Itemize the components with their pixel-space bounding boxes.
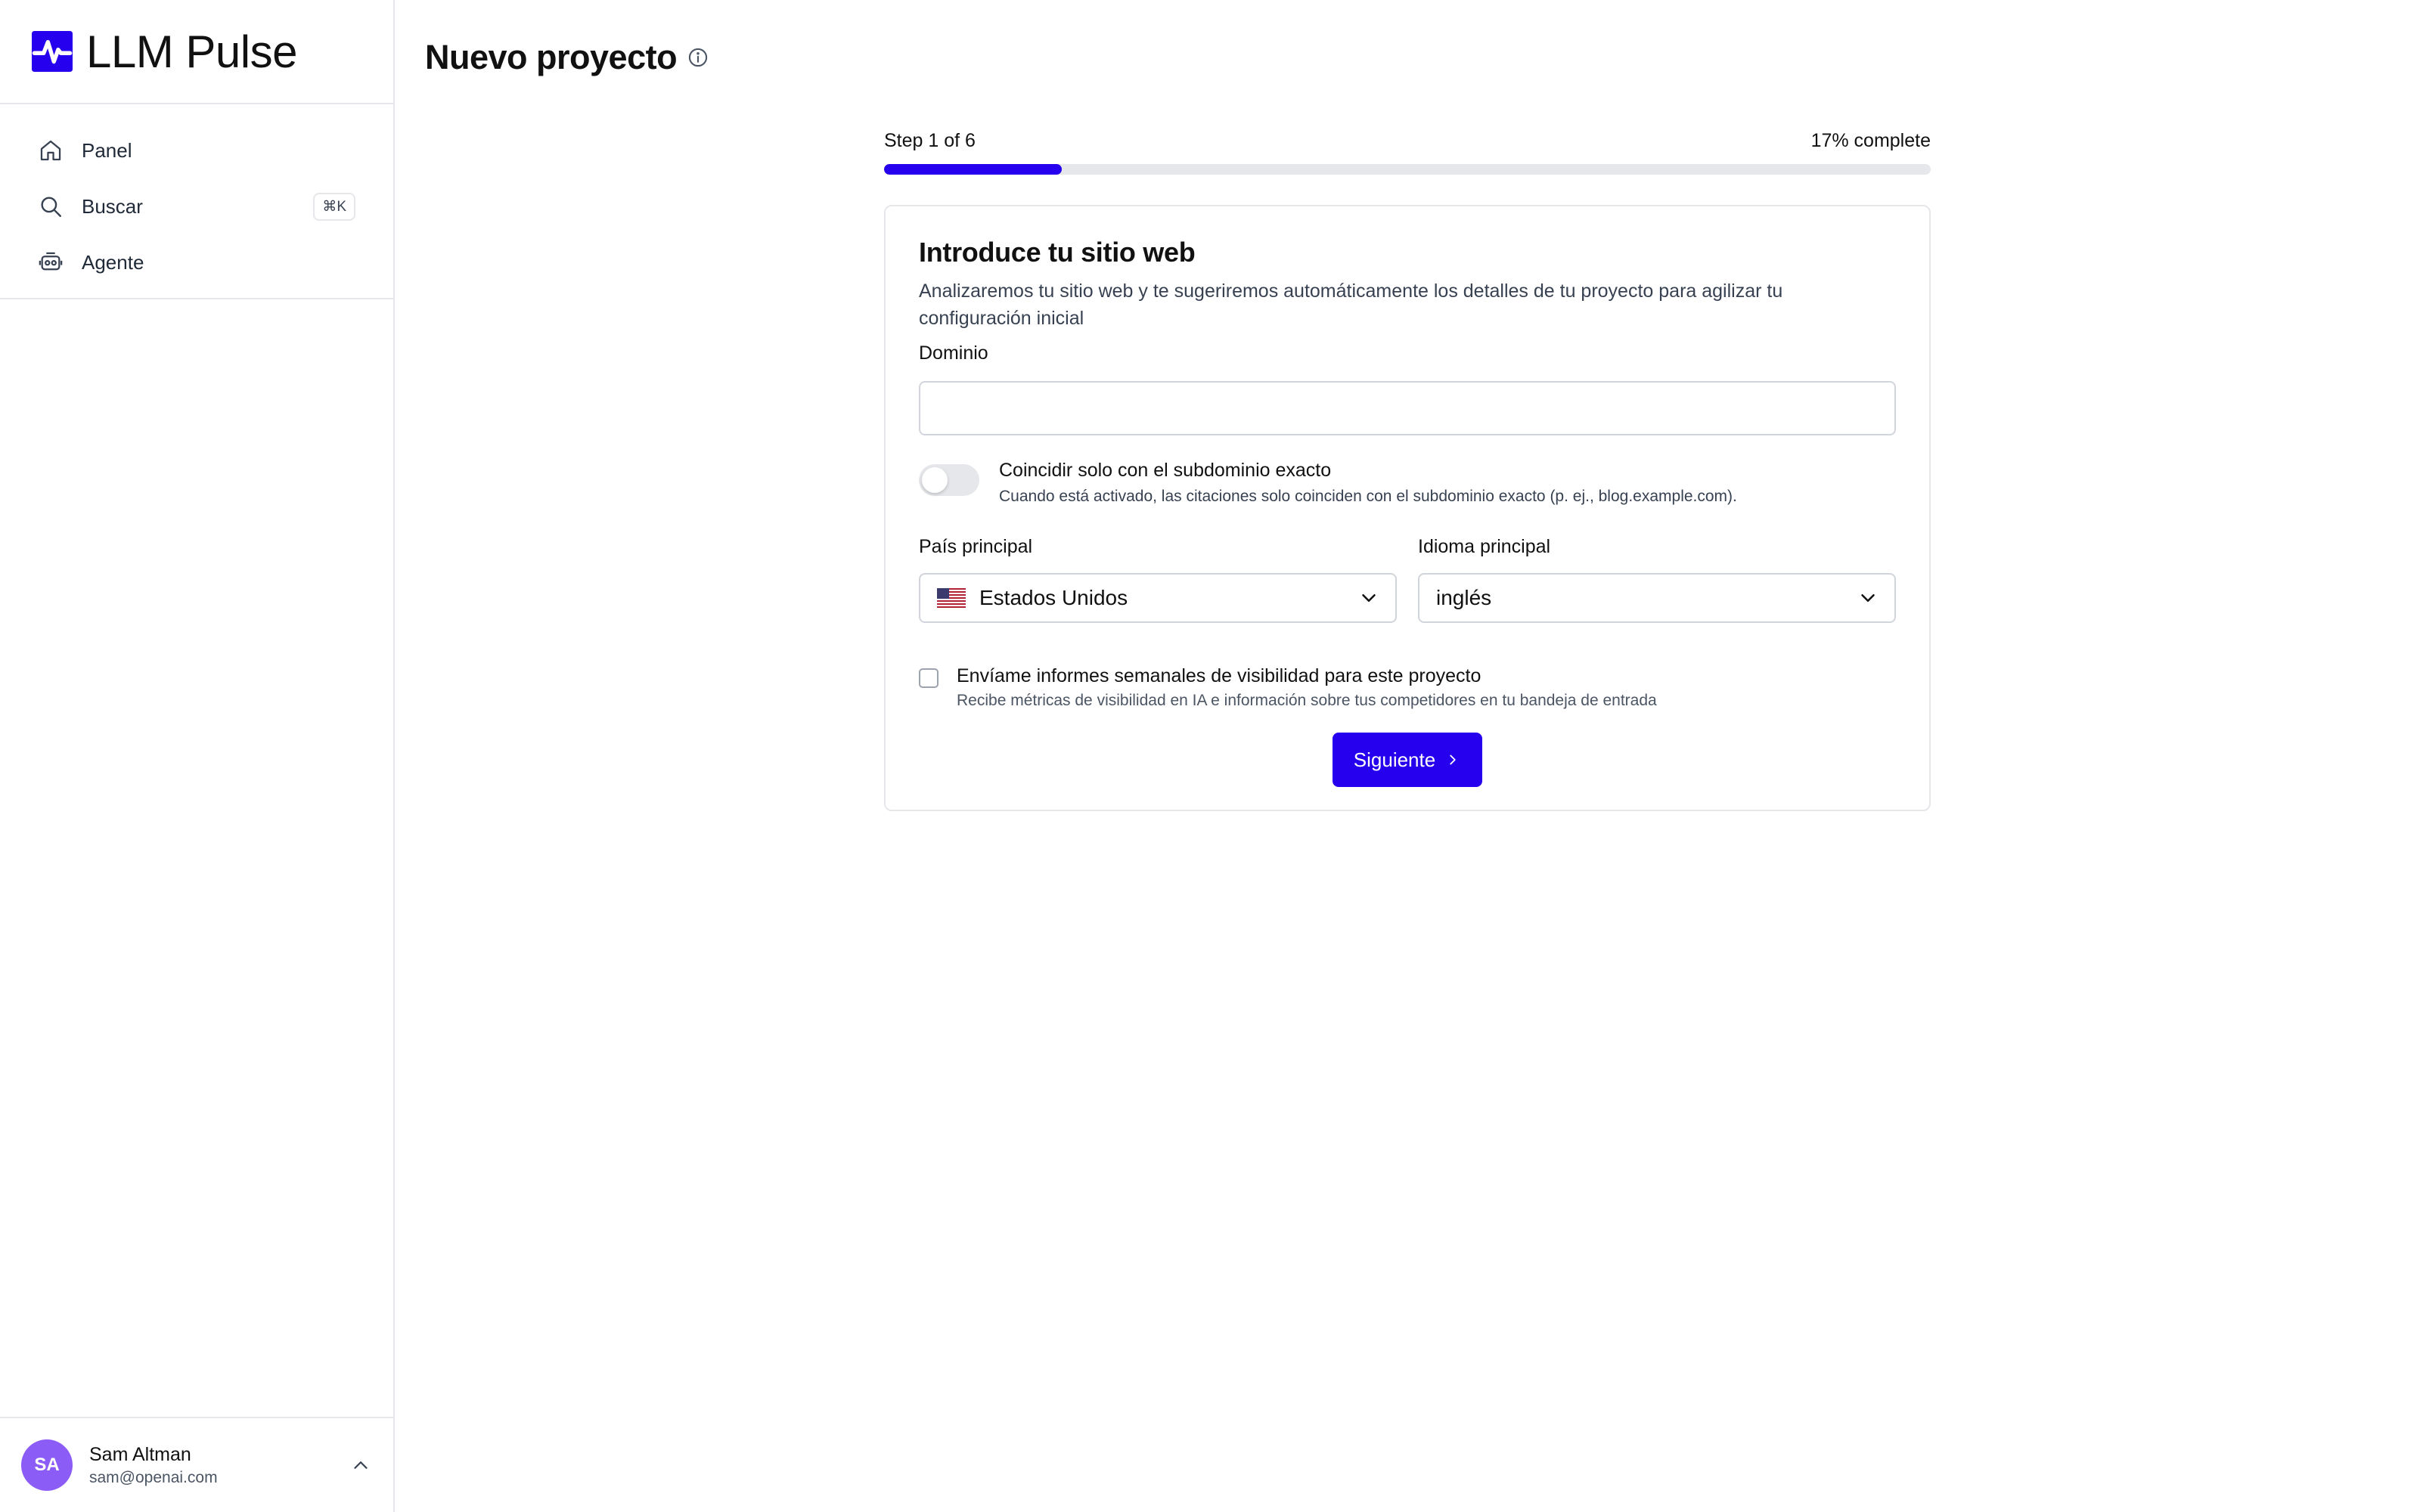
subdomain-toggle-text: Coincidir solo con el subdominio exacto … [999, 460, 1737, 506]
progress-bar [884, 164, 1931, 175]
progress-header: Step 1 of 6 17% complete [884, 130, 1931, 152]
card-description: Analizaremos tu sitio web y te sugerirem… [919, 280, 1783, 329]
domain-input[interactable] [919, 381, 1896, 435]
weekly-reports-row: Envíame informes semanales de visibilida… [919, 665, 1896, 710]
weekly-reports-description: Recibe métricas de visibilidad en IA e i… [957, 692, 1657, 709]
step-indicator: Step 1 of 6 [884, 130, 976, 151]
weekly-reports-checkbox[interactable] [919, 668, 939, 688]
user-email: sam@openai.com [89, 1468, 218, 1486]
shortcut-badge: ⌘K [313, 192, 355, 221]
sidebar-item-label: Panel [82, 138, 132, 162]
page-header: Nuevo proyecto [425, 38, 709, 77]
country-value: Estados Unidos [979, 586, 1128, 609]
locale-row: País principal Estados Unidos Idioma pri… [919, 536, 1896, 623]
sidebar-item-buscar[interactable]: Buscar ⌘K [20, 178, 374, 234]
language-field: Idioma principal inglés [1418, 536, 1896, 623]
next-button-label: Siguiente [1353, 748, 1436, 771]
country-select[interactable]: Estados Unidos [919, 573, 1397, 623]
sidebar-item-panel[interactable]: Panel [20, 122, 374, 178]
card-title: Introduce tu sitio web [919, 237, 1196, 268]
weekly-reports-text: Envíame informes semanales de visibilida… [957, 665, 1657, 710]
domain-label: Dominio [919, 342, 988, 364]
app-name: LLM Pulse [86, 26, 297, 77]
chevron-up-icon[interactable] [349, 1454, 372, 1476]
chevron-down-icon [1861, 594, 1875, 602]
sidebar-item-agente[interactable]: Agente [20, 234, 374, 290]
user-menu[interactable]: SA Sam Altman sam@openai.com [0, 1417, 393, 1512]
subdomain-toggle-row: Coincidir solo con el subdominio exacto … [919, 460, 1896, 506]
logo[interactable]: LLM Pulse [0, 0, 393, 104]
country-field: País principal Estados Unidos [919, 536, 1397, 623]
project-wizard: Step 1 of 6 17% complete Introduce tu si… [884, 130, 1931, 811]
subdomain-toggle-description: Cuando está activado, las citaciones sol… [999, 488, 1737, 505]
user-info: Sam Altman sam@openai.com [89, 1444, 349, 1487]
page-title: Nuevo proyecto [425, 38, 678, 76]
chevron-down-icon [1362, 594, 1376, 602]
sidebar: LLM Pulse Panel Buscar ⌘K Agente SA Sam … [0, 0, 395, 1512]
sidebar-nav: Panel Buscar ⌘K Agente [0, 104, 393, 299]
language-value: inglés [1436, 586, 1492, 609]
home-icon [40, 140, 61, 161]
country-label: País principal [919, 536, 1033, 557]
sidebar-item-label: Buscar [82, 194, 143, 218]
subdomain-toggle[interactable] [919, 464, 979, 496]
chevron-right-icon [1450, 754, 1456, 765]
robot-icon [39, 252, 63, 271]
toggle-knob [922, 467, 948, 493]
user-name: Sam Altman [89, 1443, 191, 1465]
avatar: SA [21, 1439, 73, 1491]
main-content: Nuevo proyecto Step 1 of 6 17% complete … [396, 0, 2420, 1512]
sidebar-item-label: Agente [82, 250, 144, 274]
actions: Siguiente [919, 733, 1896, 787]
subdomain-toggle-title: Coincidir solo con el subdominio exacto [999, 460, 1332, 481]
language-select[interactable]: inglés [1418, 573, 1896, 623]
next-button[interactable]: Siguiente [1332, 733, 1483, 787]
progress-bar-fill [884, 164, 1063, 175]
website-card: Introduce tu sitio web Analizaremos tu s… [884, 205, 1931, 811]
progress-percent: 17% complete [1810, 130, 1931, 151]
us-flag-icon [937, 588, 966, 608]
pulse-logo-icon [32, 31, 73, 72]
search-icon [41, 197, 61, 217]
weekly-reports-title: Envíame informes semanales de visibilida… [957, 665, 1481, 686]
language-label: Idioma principal [1418, 536, 1551, 557]
info-icon[interactable] [687, 47, 709, 68]
